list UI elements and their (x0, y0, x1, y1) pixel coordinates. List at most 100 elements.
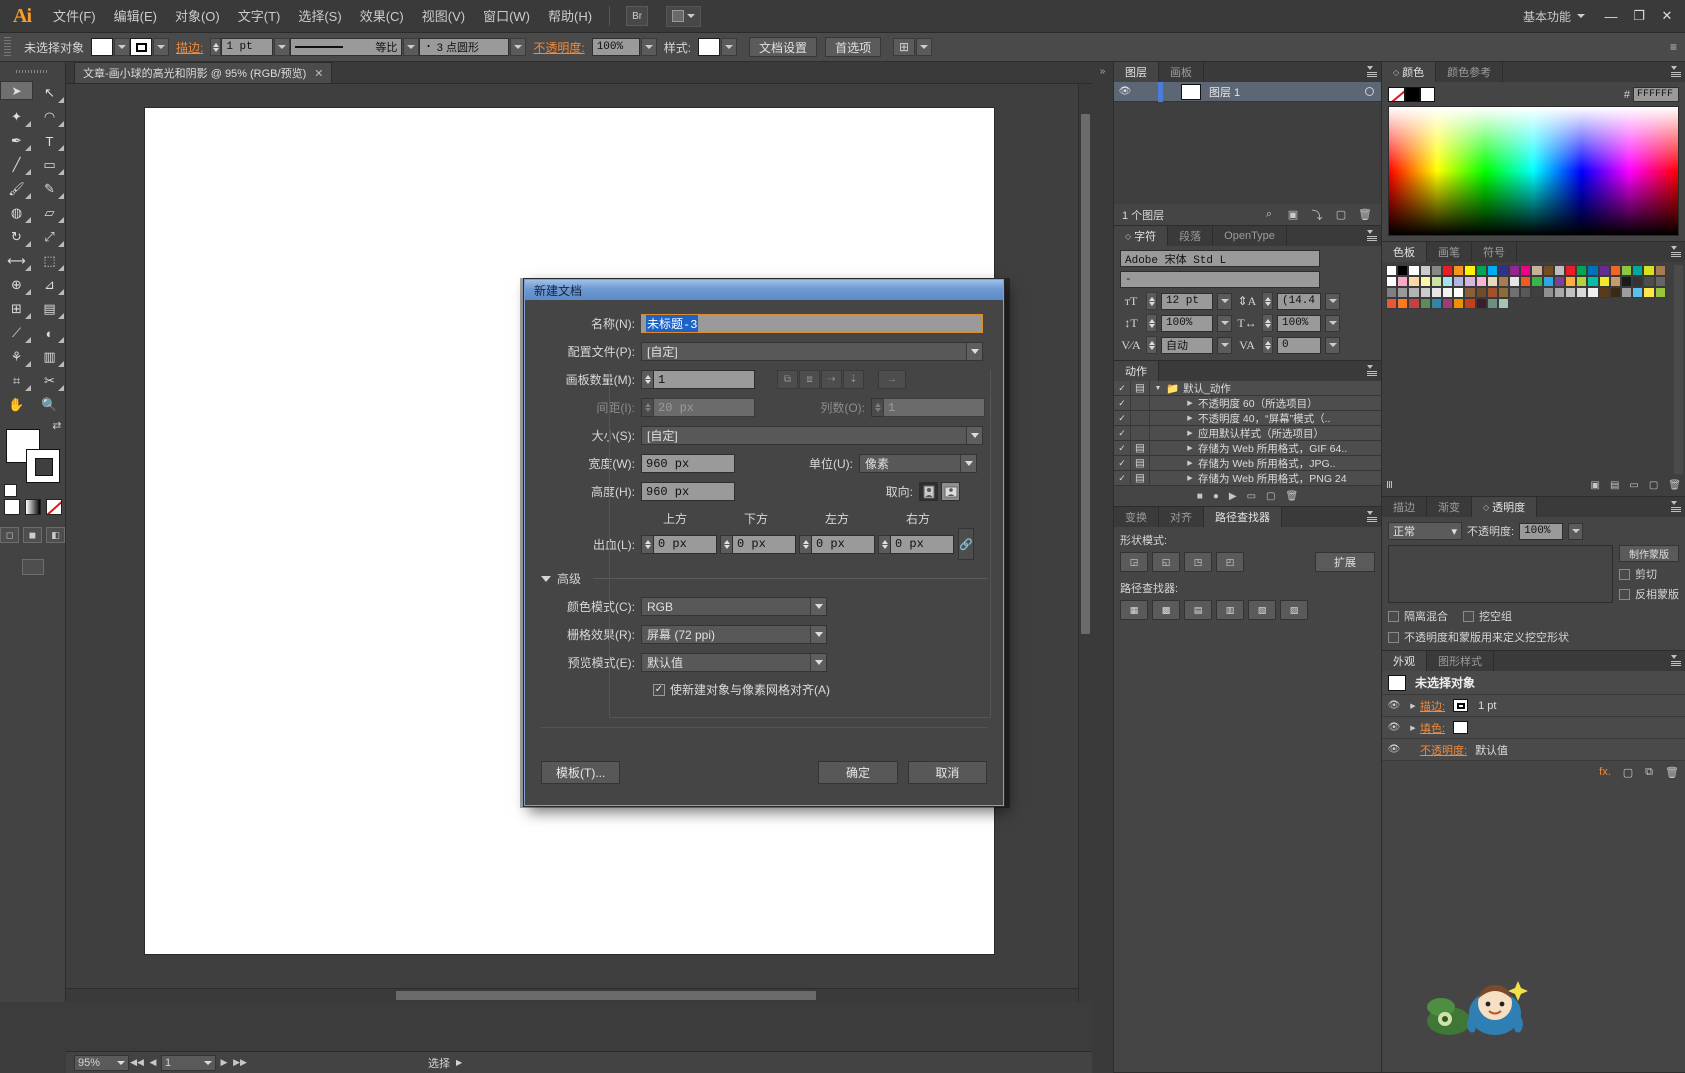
swatch-cell[interactable] (1542, 287, 1554, 298)
action-dialog-icon[interactable] (1131, 425, 1150, 441)
swatch-libraries-icon[interactable]: Ⅲ (1386, 480, 1393, 491)
action-toggle-icon[interactable]: ✓ (1114, 410, 1131, 426)
horizontal-scale-stepper[interactable] (1262, 314, 1273, 332)
dock-expand-icon[interactable]: » (1092, 66, 1113, 77)
isolate-blending-checkbox[interactable] (1388, 610, 1399, 622)
tool-pen[interactable]: ✒ (0, 129, 33, 153)
create-layer-icon[interactable]: ▢ (1329, 205, 1353, 224)
action-label[interactable]: 默认_动作 (1183, 381, 1231, 396)
locate-object-icon[interactable]: ⌕ (1257, 205, 1281, 224)
eye-icon[interactable]: 👁 (1382, 700, 1406, 711)
action-dialog-icon[interactable]: ▤ (1131, 455, 1150, 471)
action-row[interactable]: ✓ ▤ ▶ 存储为 Web 所用格式，PNG 24 (1114, 470, 1381, 486)
swatches-panel-menu-icon[interactable] (1671, 246, 1681, 257)
expand-icon[interactable]: ▶ (1406, 702, 1420, 710)
swatch-cell[interactable] (1464, 265, 1476, 276)
leading-stepper[interactable] (1262, 292, 1273, 310)
transparency-opacity-dropdown-icon[interactable] (1568, 522, 1584, 540)
swatch-cell[interactable] (1419, 276, 1431, 287)
fill-dropdown-icon[interactable] (114, 38, 131, 56)
first-artboard-button[interactable]: ◀◀ (129, 1054, 145, 1072)
swatch-cell[interactable] (1643, 287, 1655, 298)
tab-opentype[interactable]: OpenType (1213, 226, 1287, 246)
preview-mode-select[interactable]: 默认值 (641, 653, 827, 672)
intersect-icon[interactable]: ◳ (1184, 552, 1212, 572)
tool-type[interactable]: T (33, 129, 66, 153)
gradient-fill-icon[interactable] (24, 499, 41, 515)
record-icon[interactable]: ● (1213, 491, 1219, 502)
black-swatch[interactable] (1405, 87, 1420, 102)
make-clipping-mask-icon[interactable]: ▣ (1281, 205, 1305, 224)
swatch-cell[interactable] (1553, 265, 1565, 276)
zoom-chevron-icon[interactable] (117, 1060, 125, 1065)
action-row[interactable]: ✓ ▶ 不透明度 40，“屏幕”模式（.. (1114, 410, 1381, 426)
fill-swatch[interactable] (91, 38, 114, 56)
tool-line-segment[interactable]: ╱ (0, 153, 33, 177)
toolbox-grip[interactable] (16, 65, 49, 77)
make-mask-button[interactable]: 制作蒙版 (1619, 545, 1679, 562)
clear-appearance-icon[interactable]: ▢ (1623, 766, 1633, 779)
opacity-attribute-label[interactable]: 不透明度: (1420, 742, 1467, 758)
swatch-cell[interactable] (1497, 276, 1510, 287)
swatch-cell[interactable] (1509, 276, 1521, 287)
action-expand-icon[interactable]: ▶ (1182, 474, 1198, 482)
font-style-input[interactable]: - (1120, 271, 1320, 288)
swatch-cell[interactable] (1397, 265, 1409, 276)
layer-target-icon[interactable] (1365, 87, 1374, 96)
control-bar-grip[interactable] (4, 37, 11, 57)
action-dialog-icon[interactable]: ▤ (1131, 440, 1150, 456)
color-panel-menu-icon[interactable] (1671, 66, 1681, 77)
tool-rotate[interactable]: ↻ (0, 225, 33, 249)
eye-icon[interactable]: 👁 (1382, 744, 1406, 755)
font-family-input[interactable]: Adobe 宋体 Std L (1120, 250, 1320, 267)
control-bar-overflow-icon[interactable]: ≡ (1670, 40, 1685, 54)
canvas-horizontal-scrollbar[interactable] (66, 988, 1078, 1002)
template-button[interactable]: 模板(T)... (541, 761, 621, 784)
swatch-cell[interactable] (1453, 276, 1465, 287)
units-chevron-icon[interactable] (960, 455, 976, 472)
tab-brushes[interactable]: 画笔 (1427, 242, 1472, 262)
swatch-cell[interactable] (1632, 265, 1644, 276)
merge-icon[interactable]: ▤ (1184, 600, 1212, 620)
swatch-cell[interactable] (1408, 298, 1420, 309)
new-set-icon[interactable]: ▭ (1247, 491, 1256, 502)
tool-eyedropper[interactable]: ⟋ (0, 321, 33, 345)
arrange-documents-button[interactable] (666, 5, 702, 27)
none-color-icon[interactable] (1388, 87, 1405, 102)
swatch-cell[interactable] (1475, 287, 1487, 298)
swatch-cell[interactable] (1565, 276, 1577, 287)
stroke-dropdown-icon[interactable] (153, 38, 170, 56)
color-mode-chevron-icon[interactable] (810, 598, 826, 615)
kerning-input[interactable]: 自动 (1161, 336, 1213, 354)
swatch-cell[interactable] (1397, 298, 1409, 309)
play-icon[interactable]: ▶ (1229, 491, 1237, 502)
name-input[interactable]: 未标题-3 (641, 314, 983, 333)
swatch-cell[interactable] (1441, 265, 1454, 276)
minus-back-icon[interactable]: ▨ (1280, 600, 1308, 620)
action-label[interactable]: 应用默认样式（所选项目） (1198, 426, 1324, 441)
action-toggle-icon[interactable]: ✓ (1114, 470, 1131, 486)
swatch-cell[interactable] (1419, 287, 1431, 298)
action-label[interactable]: 存储为 Web 所用格式，GIF 64.. (1198, 441, 1347, 456)
tool-column-graph[interactable]: ▥ (33, 345, 66, 369)
action-label[interactable]: 不透明度 40，“屏幕”模式（.. (1198, 411, 1330, 426)
graphic-style-swatch[interactable] (698, 38, 721, 56)
swatch-cell[interactable] (1464, 276, 1476, 287)
tab-character[interactable]: ◇ 字符 (1114, 226, 1169, 246)
swatch-cell[interactable] (1643, 276, 1655, 287)
swatch-cell[interactable] (1430, 265, 1442, 276)
menu-window[interactable]: 窗口(W) (474, 0, 539, 33)
align-icon[interactable]: ⊞ (893, 38, 916, 56)
action-row[interactable]: ✓ ▶ 不透明度 60（所选项目） (1114, 395, 1381, 411)
vertical-scale-input[interactable]: 100% (1161, 314, 1213, 332)
artboard-chevron-icon[interactable] (204, 1060, 212, 1065)
swatch-cell[interactable] (1620, 276, 1633, 287)
next-artboard-button[interactable]: ▶ (216, 1054, 232, 1072)
tracking-stepper[interactable] (1262, 336, 1273, 354)
tab-layers[interactable]: 图层 (1114, 62, 1159, 82)
swatch-cell[interactable] (1565, 287, 1577, 298)
action-expand-icon[interactable]: ▶ (1182, 444, 1198, 452)
swatch-cell[interactable] (1453, 298, 1465, 309)
size-select[interactable]: [自定] (641, 426, 983, 445)
close-button[interactable]: ✕ (1653, 3, 1681, 29)
